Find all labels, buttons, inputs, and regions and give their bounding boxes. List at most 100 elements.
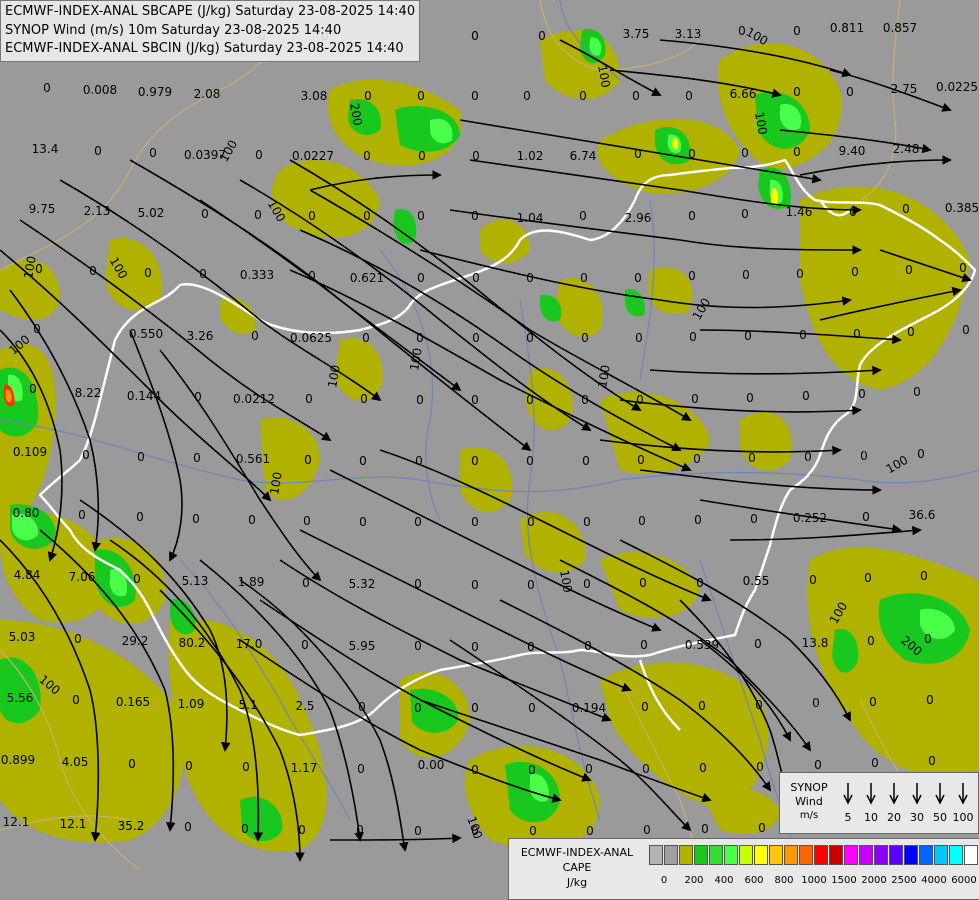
cape-value-label: 0 [137, 450, 145, 464]
cape-value-label: 3.08 [301, 89, 328, 103]
cape-value-label: 0.0225 [936, 80, 978, 94]
cape-value-label: 0.979 [138, 85, 172, 99]
cape-value-label: 0 [43, 81, 51, 95]
cape-value-label: 0 [799, 328, 807, 342]
cape-value-label: 0 [308, 269, 316, 283]
cape-value-label: 3.75 [623, 27, 650, 41]
cape-value-label: 0.00 [418, 758, 445, 772]
cape-value-label: 0 [639, 576, 647, 590]
cape-value-label: 0 [746, 391, 754, 405]
weather-map[interactable]: 0 0 0 0 3.75 3.13 0 0 0.811 0.857 0 0.008 0.979 2.08 3… [0, 0, 979, 900]
cape-value-label: 0 [417, 209, 425, 223]
cape-value-label: 5.95 [349, 639, 376, 653]
cape-value-label: 2.75 [891, 82, 918, 96]
cape-value-label: 0 [94, 144, 102, 158]
cape-value-label: 0 [913, 385, 921, 399]
cape-value-label: 0 [415, 454, 423, 468]
cape-swatch [739, 845, 753, 865]
cape-value-label: 0 [685, 89, 693, 103]
wind-barb-sample: 20 [887, 783, 901, 824]
cape-value-label: 0.550 [129, 327, 163, 341]
cape-value-label: 13.8 [802, 636, 829, 650]
cape-value-label: 0 [363, 209, 371, 223]
cape-legend-title: ECMWF-INDEX-ANAL CAPE J/kg [511, 845, 643, 890]
cape-value-label: 0 [185, 759, 193, 773]
cape-value-label: 0 [471, 29, 479, 43]
wind-legend-unit: m/s [799, 810, 819, 821]
cape-value-label: 0 [356, 823, 364, 837]
cape-value-label: 0 [303, 514, 311, 528]
cape-tick-label: 2500 [891, 875, 917, 886]
cape-value-label: 0 [858, 387, 866, 401]
cape-value-label: 0 [580, 271, 588, 285]
cape-value-label: 1.46 [786, 205, 813, 219]
cape-value-label: 1.09 [178, 697, 205, 711]
cape-value-label: 9.75 [29, 202, 56, 216]
cape-value-label: 1.17 [291, 761, 318, 775]
cape-value-label: 0 [242, 760, 250, 774]
cape-value-label: 0 [526, 271, 534, 285]
cape-value-label: 0 [962, 323, 970, 337]
cape-value-label: 0 [471, 578, 479, 592]
cape-tick-label: 4000 [921, 875, 947, 886]
wind-barb-sample: 100 [953, 783, 974, 824]
cape-value-label: 0.194 [572, 701, 606, 715]
cape-value-label: 0 [471, 89, 479, 103]
cape-value-label: 0 [638, 514, 646, 528]
cape-value-label: 0 [643, 823, 651, 837]
cape-value-label: 12.1 [3, 815, 30, 829]
cape-value-label: 17.0 [236, 637, 263, 651]
cape-value-label: 0 [471, 515, 479, 529]
cape-value-label: 4.05 [62, 755, 89, 769]
wind-speed-label: 50 [933, 811, 947, 824]
cape-value-label: 0 [417, 271, 425, 285]
cape-legend-title-2: CAPE [562, 861, 592, 874]
cape-value-label: 0 [581, 331, 589, 345]
wind-speed-label: 20 [887, 811, 901, 824]
cape-value-label: 0 [193, 451, 201, 465]
cape-value-label: 0 [526, 331, 534, 345]
cape-value-label: 0 [527, 578, 535, 592]
cape-value-label: 0 [637, 453, 645, 467]
cape-value-label: 0 [902, 202, 910, 216]
cape-swatch [949, 845, 963, 865]
cape-value-label: 0 [192, 512, 200, 526]
header-line-cape: ECMWF-INDEX-ANAL SBCAPE (J/kg) Saturday … [5, 4, 416, 19]
cape-value-label: 0 [862, 510, 870, 524]
cape-value-label: 0 [302, 576, 310, 590]
cape-value-label: 0 [756, 760, 764, 774]
cape-value-label: 0.857 [883, 21, 917, 35]
cape-value-label: 0 [754, 637, 762, 651]
cape-swatch [904, 845, 918, 865]
cape-value-label: 0 [698, 699, 706, 713]
cape-value-label: 0 [699, 761, 707, 775]
cape-value-label: 0.80 [13, 506, 40, 520]
cape-value-label: 0 [581, 393, 589, 407]
cape-value-label: 5.1 [238, 698, 257, 712]
cape-value-label: 0 [72, 693, 80, 707]
cape-swatch [859, 845, 873, 865]
cape-value-label: 0 [471, 209, 479, 223]
cape-value-label: 0 [199, 267, 207, 281]
cape-value-label: 0 [701, 822, 709, 836]
cape-value-label: 2.96 [625, 211, 652, 225]
map-header: ECMWF-INDEX-ANAL SBCAPE (J/kg) Saturday … [0, 0, 421, 62]
cape-tick-label: 600 [744, 875, 764, 886]
wind-barb-sample: 5 [843, 783, 853, 824]
wind-legend-title: SYNOP Wind m/s [784, 781, 834, 823]
cape-value-label: 0 [905, 263, 913, 277]
cape-value-label: 0 [241, 822, 249, 836]
header-line-cin: ECMWF-INDEX-ANAL SBCIN (J/kg) Saturday 2… [5, 41, 404, 56]
cape-swatch [679, 845, 693, 865]
wind-speed-label: 5 [845, 811, 852, 824]
cape-value-label: 0.539 [685, 638, 719, 652]
wind-barb-sample: 10 [864, 783, 878, 824]
cape-value-label: 80.2 [179, 636, 206, 650]
cape-tick-label: 800 [774, 875, 794, 886]
cape-value-label: 0 [696, 576, 704, 590]
cape-tick-label: 1000 [801, 875, 827, 886]
cape-value-label: 0 [360, 392, 368, 406]
cape-value-label: 0 [744, 329, 752, 343]
cape-value-label: 0 [741, 207, 749, 221]
cape-tick-label: 2000 [861, 875, 887, 886]
